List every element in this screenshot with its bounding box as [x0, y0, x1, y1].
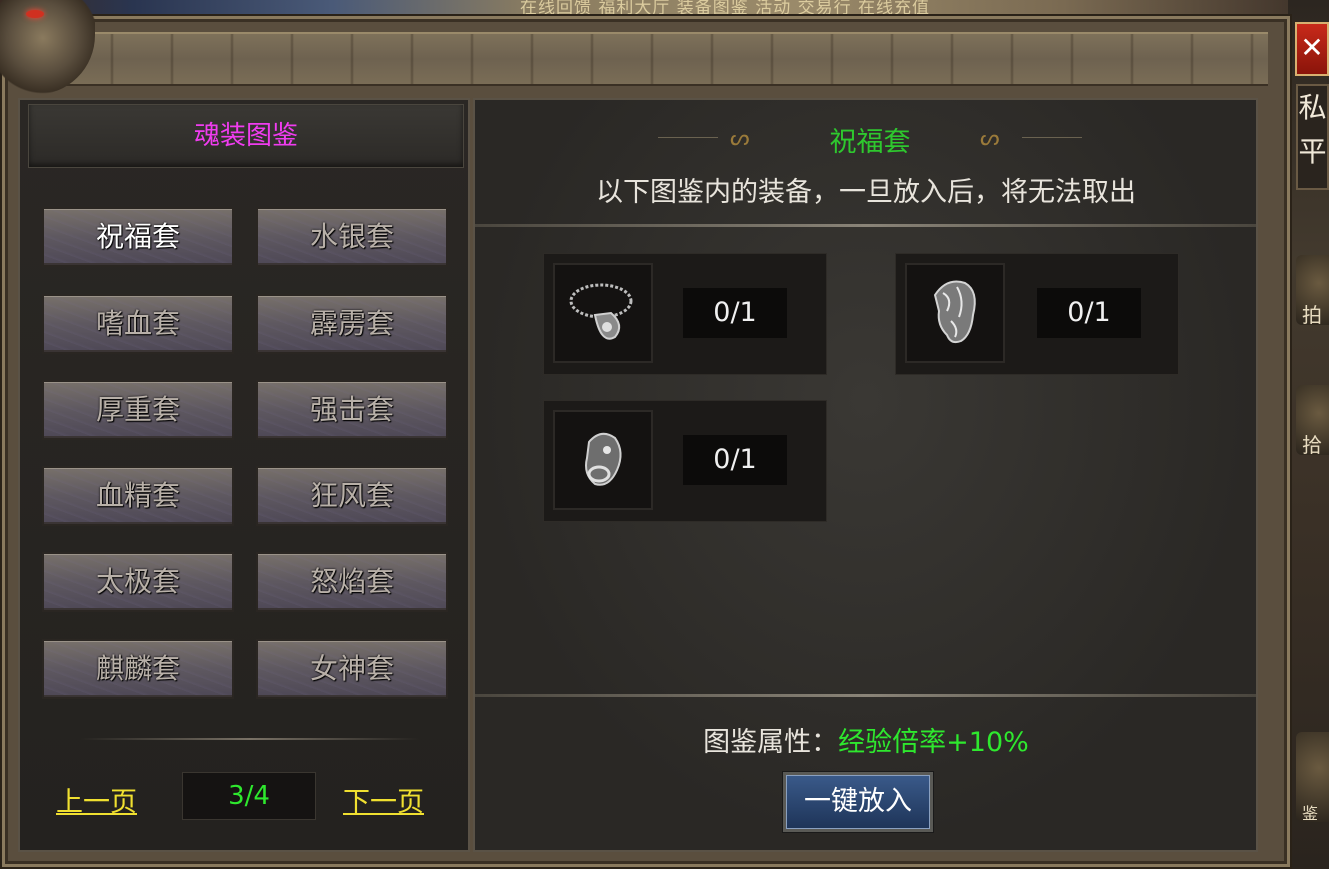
- attribute-label: 图鉴属性：: [703, 727, 839, 758]
- set-button-blessing[interactable]: 祝福套: [42, 207, 234, 267]
- set-button-gale[interactable]: 狂风套: [256, 466, 448, 526]
- header-line-left: [658, 137, 718, 138]
- side-tab-label: 私 平: [1298, 91, 1327, 168]
- item-slot[interactable]: [905, 263, 1005, 363]
- bracelet-icon: [585, 432, 622, 486]
- set-button-blood-essence[interactable]: 血精套: [42, 466, 234, 526]
- appraise-side-button[interactable]: 鉴: [1296, 732, 1329, 822]
- set-attribute-line: 图鉴属性：经验倍率+10%: [476, 720, 1256, 759]
- set-button-thunder[interactable]: 霹雳套: [256, 294, 448, 354]
- close-button[interactable]: ✕: [1295, 22, 1329, 76]
- prev-page-link[interactable]: 上一页: [56, 780, 137, 819]
- attribute-value: 经验倍率+10%: [838, 727, 1029, 758]
- irreversible-notice: 以下图鉴内的装备，一旦放入后，将无法取出: [596, 177, 1136, 208]
- item-count: 0/1: [683, 435, 787, 485]
- item-slot[interactable]: [553, 263, 653, 363]
- auction-side-label: 拍卖: [1302, 303, 1322, 325]
- scene-top-menu-text: 在线回馈 福利大厅 装备图鉴 活动 交易行 在线充值: [520, 0, 931, 14]
- dragon-eye-icon: [26, 10, 44, 18]
- page-indicator: 3/4: [182, 772, 316, 820]
- set-button-mercury[interactable]: 水银套: [256, 207, 448, 267]
- detail-divider-top: [475, 224, 1256, 227]
- item-count: 0/1: [1037, 288, 1141, 338]
- next-page-link[interactable]: 下一页: [343, 780, 424, 819]
- selected-set-name: 祝福套: [829, 127, 911, 158]
- window-frame-ornament-band: [20, 32, 1268, 86]
- put-all-button[interactable]: 一键放入: [782, 771, 934, 833]
- appraise-side-label: 鉴: [1302, 804, 1319, 822]
- detail-divider-bottom: [475, 694, 1256, 697]
- scroll-ornament-right-icon: ᔕ: [980, 126, 1000, 151]
- scroll-ornament-left-icon: ᔕ: [730, 126, 750, 151]
- set-button-goddess[interactable]: 女神套: [256, 639, 448, 699]
- auction-side-button[interactable]: 拍卖: [1296, 255, 1329, 325]
- item-slot[interactable]: [553, 410, 653, 510]
- set-button-qilin[interactable]: 麒麟套: [42, 639, 234, 699]
- pickup-side-button[interactable]: 拾: [1296, 385, 1329, 455]
- set-button-heavy[interactable]: 厚重套: [42, 380, 234, 440]
- set-button-strike[interactable]: 强击套: [256, 380, 448, 440]
- side-tab[interactable]: 私 平: [1296, 84, 1329, 190]
- pickup-side-label: 拾: [1302, 433, 1322, 455]
- item-count: 0/1: [683, 288, 787, 338]
- set-button-taiji[interactable]: 太极套: [42, 552, 234, 612]
- panel-title: 魂装图鉴: [193, 121, 298, 151]
- set-button-bloodthirst[interactable]: 嗜血套: [42, 294, 234, 354]
- helmet-icon: [933, 280, 976, 344]
- left-divider: [80, 738, 420, 740]
- set-button-fury-flame[interactable]: 怒焰套: [256, 552, 448, 612]
- necklace-icon: [569, 283, 633, 340]
- header-line-right: [1022, 137, 1082, 138]
